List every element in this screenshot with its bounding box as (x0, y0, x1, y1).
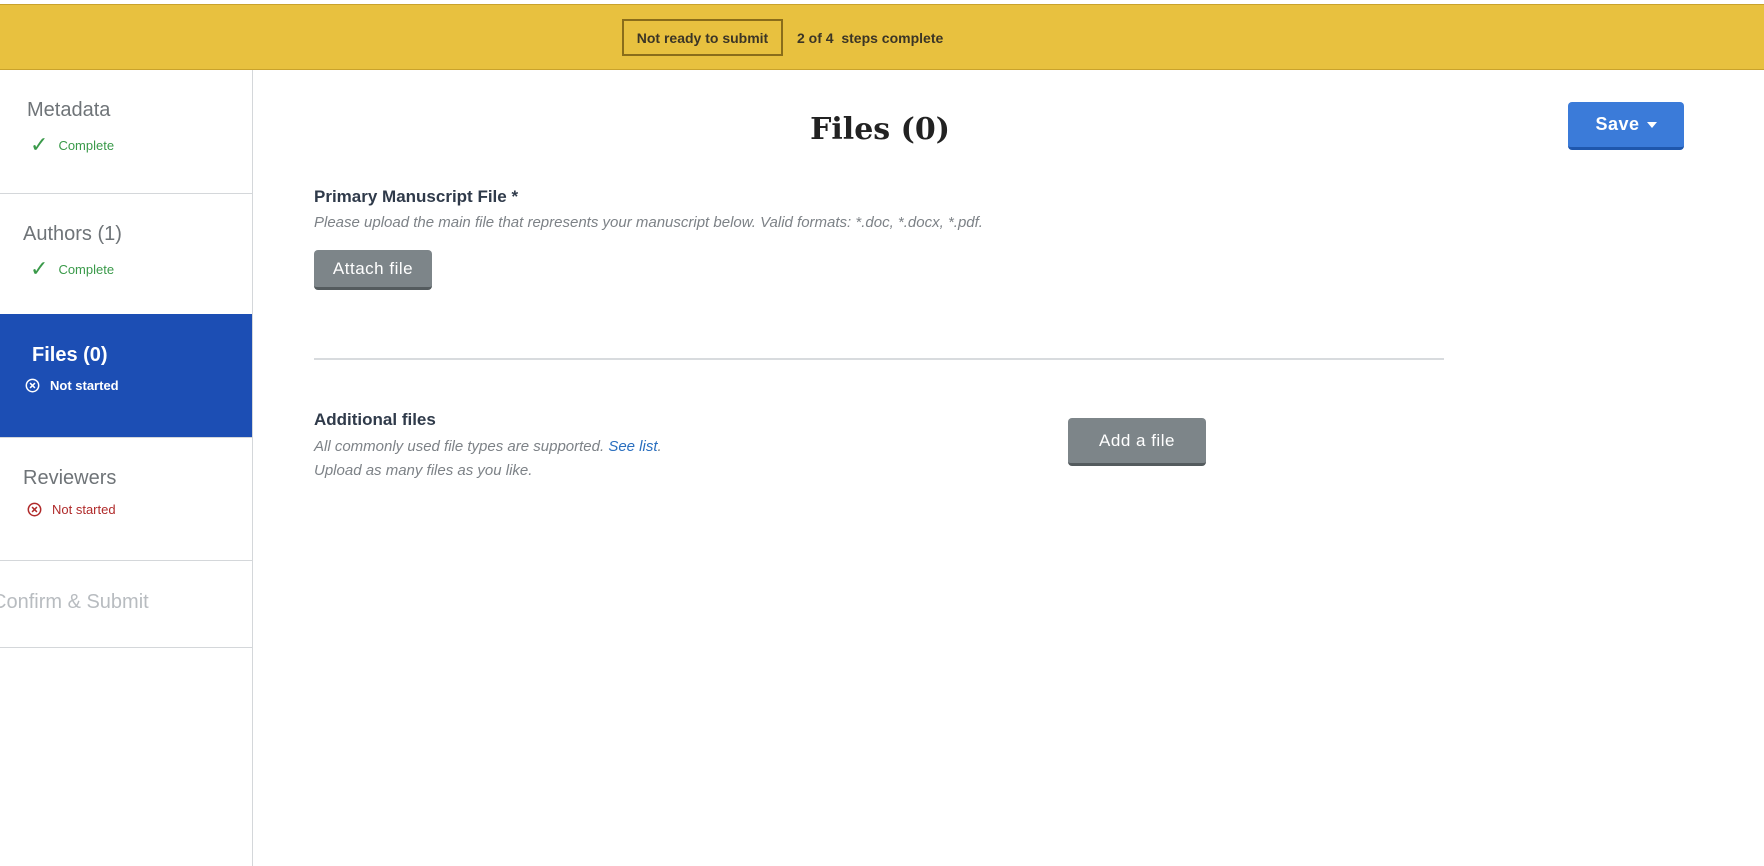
sidebar-item-label: Authors (1) (23, 223, 122, 245)
help-suffix: . (657, 438, 662, 455)
sidebar-item-authors[interactable]: Authors (1) ✓ Complete (0, 194, 252, 317)
checkmark-icon: ✓ (30, 132, 49, 157)
additional-files-help-line2: Upload as many files as you like. (314, 462, 533, 479)
status-label: Not started (50, 378, 119, 393)
sidebar-item-label: Metadata (27, 99, 111, 121)
status-label: Complete (58, 261, 115, 277)
x-circle-icon (27, 502, 42, 517)
sidebar-item-label: Confirm & Submit (0, 591, 149, 613)
see-list-link[interactable]: See list (608, 438, 657, 455)
status-badge: Not ready to submit (622, 19, 783, 56)
section-divider (314, 358, 1444, 360)
additional-files-help: All commonly used file types are support… (314, 438, 662, 455)
submission-status-bar: Not ready to submit 2 of 4 steps complet… (0, 4, 1764, 70)
sidebar-item-files[interactable]: Files (0) Not started (0, 314, 252, 438)
sidebar-item-status: Not started (25, 378, 119, 393)
steps-progress-text: 2 of 4 steps complete (797, 29, 944, 46)
caret-down-icon (1646, 121, 1657, 128)
add-a-file-button[interactable]: Add a file (1068, 418, 1206, 466)
status-label: Not started (52, 502, 116, 517)
primary-manuscript-heading: Primary Manuscript File * (314, 187, 519, 206)
help-prefix: All commonly used file types are support… (314, 438, 609, 455)
page-title: Files (0) (810, 112, 950, 147)
sidebar-item-label: Files (0) (32, 344, 108, 366)
save-button[interactable]: Save (1568, 102, 1684, 150)
checkmark-icon: ✓ (30, 256, 49, 281)
sidebar-item-label: Reviewers (23, 467, 117, 489)
attach-file-button[interactable]: Attach file (314, 250, 432, 290)
sidebar-item-reviewers[interactable]: Reviewers Not started (0, 438, 252, 561)
sidebar-item-status: Not started (27, 502, 116, 517)
additional-files-heading: Additional files (314, 410, 436, 429)
sidebar-item-confirm-submit[interactable]: Confirm & Submit (0, 561, 252, 648)
save-button-label: Save (1595, 114, 1640, 134)
sidebar-item-status: ✓ Complete (30, 258, 114, 280)
sidebar-item-metadata[interactable]: Metadata ✓ Complete (0, 70, 252, 194)
sidebar-item-status: ✓ Complete (30, 134, 114, 156)
steps-sidebar: Metadata ✓ Complete Authors (1) ✓ Comple… (0, 70, 253, 866)
status-label: Complete (58, 137, 115, 153)
x-circle-icon (25, 378, 40, 393)
primary-manuscript-help: Please upload the main file that represe… (314, 214, 983, 231)
